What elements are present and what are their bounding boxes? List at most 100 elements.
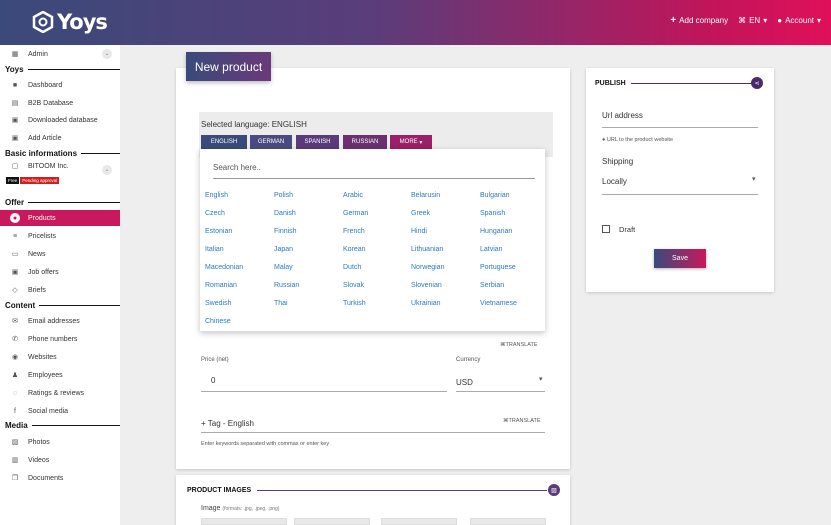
- url-input[interactable]: Url address: [602, 111, 643, 120]
- image-slot[interactable]: [470, 518, 546, 525]
- language-option[interactable]: Danish: [274, 210, 296, 217]
- chevron-down-icon[interactable]: ⌄: [102, 165, 112, 175]
- sidebar-item-job-offers[interactable]: ▣ Job offers: [0, 265, 120, 279]
- language-option[interactable]: Arabic: [343, 192, 363, 199]
- sidebar-item-email-addresses[interactable]: ✉ Email addresses: [0, 314, 120, 328]
- caret-down-icon: ▾: [417, 139, 423, 146]
- language-option[interactable]: Vietnamese: [480, 300, 517, 307]
- sidebar-item-label: Pricelists: [28, 232, 57, 240]
- language-option[interactable]: Ukrainian: [411, 300, 441, 307]
- user-icon: ●: [777, 16, 783, 25]
- sidebar-item-videos[interactable]: ▥ Videos: [0, 453, 120, 467]
- language-option[interactable]: Macedonian: [205, 264, 243, 271]
- sidebar-item-pricelists[interactable]: ≡ Pricelists: [0, 229, 120, 243]
- account-dropdown[interactable]: ● Account ▾: [777, 16, 821, 25]
- language-option[interactable]: Turkish: [343, 300, 366, 307]
- sidebar-item-dashboard[interactable]: ■ Dashboard: [0, 78, 120, 92]
- language-option[interactable]: Lithuanian: [411, 246, 443, 253]
- save-button[interactable]: Save: [654, 249, 706, 268]
- sidebar-item-company[interactable]: ▢ BITOOM Inc. ⌄: [0, 159, 120, 175]
- language-option[interactable]: French: [343, 228, 365, 235]
- language-option[interactable]: Greek: [411, 210, 430, 217]
- sidebar-item-add-article[interactable]: ▣ Add Article: [0, 131, 120, 145]
- draft-checkbox[interactable]: [602, 225, 610, 233]
- translate-label: TRANSLATE: [508, 418, 541, 424]
- language-option[interactable]: Chinese: [205, 318, 231, 325]
- language-option[interactable]: Belarusin: [411, 192, 440, 199]
- phone-icon: ✆: [12, 336, 18, 343]
- pending-approval-badge: Pending approval: [20, 177, 60, 184]
- sidebar-item-products[interactable]: ● Products: [0, 210, 120, 226]
- image-icon: ▨: [11, 439, 19, 446]
- chevron-down-icon[interactable]: ⌄: [102, 49, 112, 59]
- sidebar-item-photos[interactable]: ▨ Photos: [0, 435, 120, 449]
- tab-english[interactable]: ENGLISH: [201, 135, 247, 149]
- translate-icon: ⌘: [738, 16, 747, 25]
- language-option[interactable]: Japan: [274, 246, 293, 253]
- caret-down-icon: ▾: [752, 176, 756, 183]
- language-option[interactable]: Polish: [274, 192, 293, 199]
- sidebar-item-label: Social media: [28, 407, 69, 415]
- image-slot[interactable]: [294, 518, 370, 525]
- sidebar-item-b2b-database[interactable]: ▤ B2B Database: [0, 96, 120, 110]
- language-option[interactable]: Dutch: [343, 264, 361, 271]
- tag-input[interactable]: + Tag - English: [201, 419, 254, 428]
- translate-button[interactable]: ⌘TRANSLATE: [500, 342, 538, 348]
- sidebar-item-downloaded-database[interactable]: ▣ Downloaded database: [0, 113, 120, 127]
- language-option[interactable]: Spanish: [480, 210, 505, 217]
- tab-german[interactable]: GERMAN: [250, 135, 292, 149]
- section-label: Yoys: [5, 65, 24, 74]
- tag-translate-button[interactable]: ⌘TRANSLATE: [503, 418, 541, 424]
- language-option[interactable]: Malay: [274, 264, 293, 271]
- tab-more[interactable]: MORE ▾: [390, 135, 432, 149]
- language-option[interactable]: Swedish: [205, 300, 231, 307]
- language-option[interactable]: Portuguese: [480, 264, 516, 271]
- sidebar-item-employees[interactable]: ♟ Employees: [0, 368, 120, 382]
- image-formats: (formats: .jpg, .jpeg, .png): [222, 506, 280, 512]
- sidebar-item-briefs[interactable]: ◇ Briefs: [0, 283, 120, 297]
- language-option[interactable]: Bulgarian: [480, 192, 510, 199]
- price-input[interactable]: 0: [211, 376, 215, 385]
- language-option[interactable]: German: [343, 210, 368, 217]
- sidebar-item-social-media[interactable]: f Social media: [0, 404, 120, 418]
- logo[interactable]: Yoys: [32, 9, 108, 35]
- sidebar-item-news[interactable]: ▭ News: [0, 247, 120, 261]
- add-company-link[interactable]: + Add company: [670, 15, 728, 26]
- language-option[interactable]: Hungarian: [480, 228, 512, 235]
- sidebar-item-websites[interactable]: ◉ Websites: [0, 350, 120, 364]
- sidebar-item-admin[interactable]: ▦ Admin ⌄: [0, 47, 120, 61]
- language-option[interactable]: Romanian: [205, 282, 237, 289]
- language-option[interactable]: Serbian: [480, 282, 504, 289]
- tab-spanish[interactable]: SPANISH: [296, 135, 339, 149]
- tag-hint: Enter keywords separated with commas or …: [201, 441, 330, 447]
- language-option[interactable]: Estonian: [205, 228, 232, 235]
- language-option[interactable]: Norwegian: [411, 264, 444, 271]
- language-dropdown[interactable]: ⌘ EN ▾: [738, 16, 767, 25]
- language-search-input[interactable]: Search here..: [213, 161, 535, 179]
- language-option[interactable]: Italian: [205, 246, 224, 253]
- sidebar-item-phone-numbers[interactable]: ✆ Phone numbers: [0, 332, 120, 346]
- sidebar-item-label: Downloaded database: [28, 116, 98, 124]
- language-option[interactable]: Thai: [274, 300, 288, 307]
- language-option[interactable]: Hindi: [411, 228, 427, 235]
- sidebar-item-documents[interactable]: ❐ Documents: [0, 471, 120, 485]
- currency-select[interactable]: USD: [456, 378, 473, 387]
- image-slot[interactable]: [201, 518, 287, 525]
- language-option[interactable]: Russian: [274, 282, 299, 289]
- sidebar-item-label: Add Article: [28, 134, 62, 142]
- language-option[interactable]: Slovak: [343, 282, 364, 289]
- language-option[interactable]: Korean: [343, 246, 366, 253]
- language-option[interactable]: English: [205, 192, 228, 199]
- language-option[interactable]: Czech: [205, 210, 225, 217]
- language-option[interactable]: Slovenian: [411, 282, 442, 289]
- shipping-select[interactable]: Locally: [602, 177, 627, 186]
- tab-russian[interactable]: RUSSIAN: [343, 135, 387, 149]
- sidebar-item-ratings-reviews[interactable]: ◌ Ratings & reviews: [0, 386, 120, 400]
- language-option[interactable]: Finnish: [274, 228, 297, 235]
- image-slot[interactable]: [381, 518, 457, 525]
- database-icon: ▤: [11, 100, 19, 107]
- share-icon[interactable]: ⋖: [751, 77, 763, 89]
- section-basic-informations: Basic informations: [5, 149, 120, 158]
- language-option[interactable]: Latvian: [480, 246, 503, 253]
- sidebar-item-label: Admin: [28, 50, 48, 58]
